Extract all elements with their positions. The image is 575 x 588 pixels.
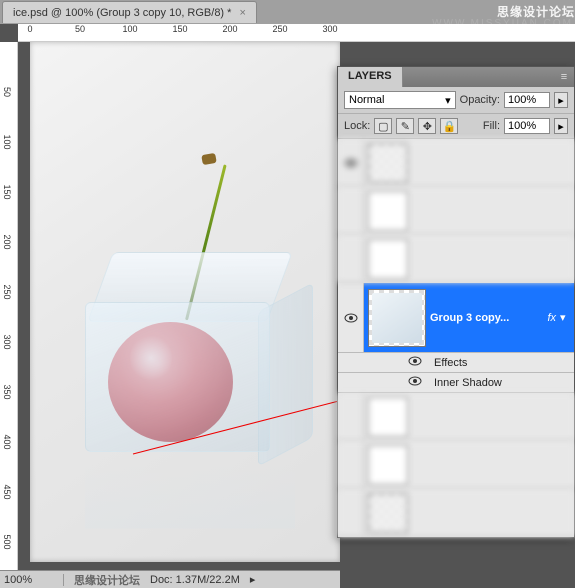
layer-thumbnail: [368, 191, 408, 231]
chevron-down-icon[interactable]: ▾: [560, 311, 574, 324]
eye-icon[interactable]: [408, 356, 424, 369]
effects-row[interactable]: Effects: [338, 353, 574, 373]
lock-pixels-icon[interactable]: ✎: [396, 118, 414, 134]
effects-label: Effects: [434, 357, 467, 369]
lock-fill-row: Lock: ▢ ✎ ✥ 🔒 Fill: 100% ▸: [338, 114, 574, 139]
fill-flyout-icon[interactable]: ▸: [554, 118, 568, 134]
layer-row[interactable]: [338, 235, 574, 283]
layer-thumbnail: [368, 289, 426, 347]
document-tab-title: ice.psd @ 100% (Group 3 copy 10, RGB/8) …: [13, 7, 231, 19]
zoom-level[interactable]: 100%: [4, 574, 64, 586]
close-icon[interactable]: ×: [239, 7, 245, 19]
layer-thumbnail: [368, 143, 408, 183]
ruler-horizontal[interactable]: 0 50 100 150 200 250 300: [18, 24, 575, 42]
status-bar: 100% 思缘设计论坛 Doc: 1.37M/22.2M ▸: [0, 570, 340, 588]
opacity-flyout-icon[interactable]: ▸: [554, 92, 568, 108]
layer-thumbnail: [368, 239, 408, 279]
layer-row[interactable]: [338, 393, 574, 441]
ruler-vertical[interactable]: 50 100 150 200 250 300 350 400 450 500: [0, 42, 18, 572]
ice-cube: [85, 252, 295, 452]
layer-row[interactable]: [338, 489, 574, 537]
artboard: [30, 42, 340, 562]
document-tab[interactable]: ice.psd @ 100% (Group 3 copy 10, RGB/8) …: [2, 1, 257, 23]
chevron-right-icon[interactable]: ▸: [250, 573, 256, 586]
layers-panel: LAYERS ≡ Normal ▾ Opacity: 100% ▸ Lock: …: [337, 66, 575, 538]
status-watermark: 思缘设计论坛: [74, 572, 140, 588]
layers-tab[interactable]: LAYERS: [338, 67, 403, 87]
reflection: [85, 466, 295, 529]
chevron-down-icon: ▾: [445, 94, 451, 107]
fill-input[interactable]: 100%: [504, 118, 550, 134]
effect-inner-shadow-row[interactable]: Inner Shadow: [338, 373, 574, 393]
inner-shadow-label: Inner Shadow: [434, 377, 502, 389]
lock-label: Lock:: [344, 120, 370, 132]
layer-row[interactable]: [338, 187, 574, 235]
opacity-label: Opacity:: [460, 94, 500, 106]
doc-size: Doc: 1.37M/22.2M: [150, 574, 240, 586]
eye-icon[interactable]: [408, 376, 424, 389]
lock-all-icon[interactable]: 🔒: [440, 118, 458, 134]
blend-mode-select[interactable]: Normal ▾: [344, 91, 456, 109]
layer-thumbnail: [368, 397, 408, 437]
layer-thumbnail: [368, 445, 408, 485]
fx-badge: fx: [547, 312, 556, 324]
eye-icon[interactable]: [344, 313, 358, 323]
lock-position-icon[interactable]: ✥: [418, 118, 436, 134]
cherry-stem-top: [201, 153, 217, 165]
layer-list: Group 3 copy... fx ▾ Effects Inner Shado…: [338, 139, 574, 537]
layer-name: Group 3 copy...: [430, 312, 547, 324]
lock-transparent-icon[interactable]: ▢: [374, 118, 392, 134]
layer-row[interactable]: [338, 441, 574, 489]
fill-label: Fill:: [483, 120, 500, 132]
panel-menu-icon[interactable]: ≡: [554, 67, 574, 87]
layer-row[interactable]: [338, 139, 574, 187]
opacity-input[interactable]: 100%: [504, 92, 550, 108]
blend-mode-value: Normal: [349, 94, 384, 106]
blend-opacity-row: Normal ▾ Opacity: 100% ▸: [338, 87, 574, 114]
eye-icon[interactable]: [344, 158, 358, 168]
panel-titlebar: LAYERS ≡: [338, 67, 574, 87]
layer-thumbnail: [368, 493, 408, 533]
layer-row-selected[interactable]: Group 3 copy... fx ▾: [338, 283, 574, 353]
